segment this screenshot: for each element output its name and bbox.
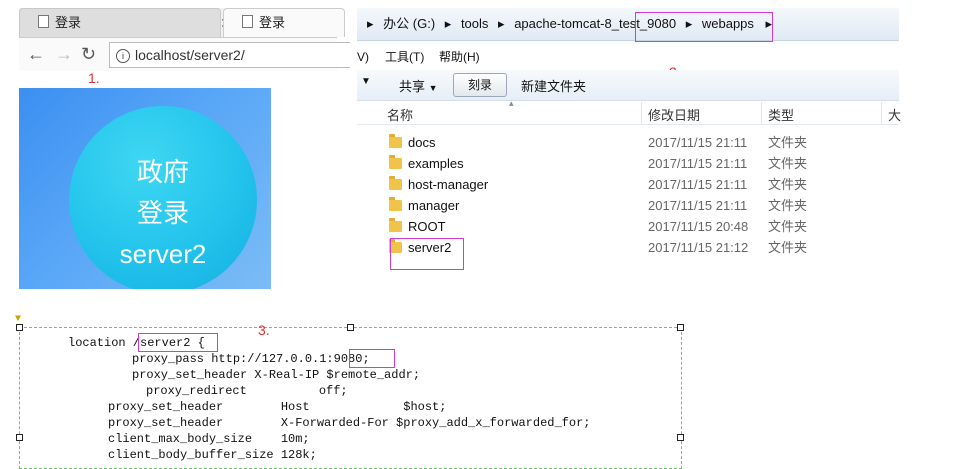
login-banner: 政府 登录 server2: [19, 88, 271, 289]
column-divider[interactable]: [641, 102, 642, 124]
share-label: 共享: [399, 79, 426, 94]
file-type: 文件夹: [768, 177, 808, 192]
menu-item-tools[interactable]: 工具(T): [385, 46, 424, 68]
column-date[interactable]: 修改日期: [648, 105, 700, 124]
browser-toolbar: ← → ↻ i localhost/server2/: [19, 37, 350, 71]
file-row[interactable]: examples 2017/11/15 21:11 文件夹: [357, 153, 899, 174]
share-button[interactable]: 共享 ▼: [399, 76, 438, 95]
file-date: 2017/11/15 21:11: [648, 198, 748, 213]
folder-icon: [389, 155, 402, 169]
back-arrow-icon[interactable]: ←: [27, 44, 45, 65]
column-name[interactable]: 名称: [387, 105, 413, 124]
new-folder-button[interactable]: 新建文件夹: [521, 76, 586, 95]
column-size[interactable]: 大: [888, 105, 901, 124]
breadcrumb-item-drive[interactable]: 办公 (G:): [383, 16, 435, 31]
file-name: host-manager: [408, 177, 489, 192]
annotation-label-3: 3.: [258, 322, 270, 338]
tab-label: 登录: [55, 15, 82, 30]
menu-bar: V) 工具(T) 帮助(H): [357, 46, 899, 68]
file-type: 文件夹: [768, 135, 808, 150]
browser-window: 登录 ✕ 登录 ← → ↻ i localhost/server2/: [19, 8, 350, 71]
resize-handle[interactable]: [677, 324, 684, 331]
dropdown-arrow-icon: ▼: [428, 83, 438, 93]
info-icon[interactable]: i: [116, 49, 130, 63]
config-line: client_max_body_size 10m;: [108, 432, 310, 446]
breadcrumb[interactable]: ▸ 办公 (G:) ▸ tools ▸ apache-tomcat-8_test…: [357, 8, 899, 41]
resize-handle[interactable]: [347, 324, 354, 331]
file-row[interactable]: ROOT 2017/11/15 20:48 文件夹: [357, 216, 899, 237]
burn-button[interactable]: 刻录: [453, 73, 507, 97]
folder-icon: [389, 197, 402, 211]
file-date: 2017/11/15 21:11: [648, 156, 748, 171]
browser-tab-1[interactable]: 登录 ✕: [19, 8, 232, 37]
sort-arrow-icon: ▴: [509, 98, 514, 108]
menu-item-help[interactable]: 帮助(H): [439, 46, 480, 68]
login-line-3: server2: [119, 239, 207, 269]
resize-handle[interactable]: [16, 324, 23, 331]
config-line: proxy_set_header X-Forwarded-For $proxy_…: [108, 416, 591, 430]
column-type[interactable]: 类型: [768, 105, 794, 124]
file-row[interactable]: host-manager 2017/11/15 21:11 文件夹: [357, 174, 899, 195]
file-type: 文件夹: [768, 156, 808, 171]
breadcrumb-arrow-icon[interactable]: ▸: [445, 16, 452, 31]
proxy-port-highlight-box: [349, 349, 395, 368]
file-date: 2017/11/15 21:12: [648, 240, 749, 255]
column-divider[interactable]: [881, 102, 882, 124]
annotation-label-1: 1.: [88, 70, 100, 86]
location-highlight-box: [138, 333, 218, 352]
file-name: ROOT: [408, 219, 446, 234]
breadcrumb-arrow-icon[interactable]: ▸: [498, 16, 505, 31]
nginx-config-block: ▼ 3. location /server2 { proxy_pass http…: [15, 314, 684, 469]
breadcrumb-arrow-icon[interactable]: ▸: [367, 16, 374, 31]
file-explorer: ▸ 办公 (G:) ▸ tools ▸ apache-tomcat-8_test…: [357, 8, 901, 300]
command-bar: ▼ 共享 ▼ 刻录 新建文件夹: [357, 70, 899, 101]
file-row[interactable]: manager 2017/11/15 21:11 文件夹: [357, 195, 899, 216]
folder-icon: [389, 218, 402, 232]
tab-label: 登录: [259, 15, 286, 30]
file-type: 文件夹: [768, 219, 808, 234]
folder-icon: [389, 176, 402, 190]
anchor-icon: ▼: [15, 314, 22, 325]
login-line-1: 政府: [136, 157, 189, 187]
column-header: 名称 ▴ 修改日期 类型 大: [357, 98, 901, 125]
reload-icon[interactable]: ↻: [81, 44, 96, 65]
folder-icon: [389, 134, 402, 148]
config-line: proxy_set_header Host $host;: [108, 400, 447, 414]
breadcrumb-item-tools[interactable]: tools: [461, 16, 488, 31]
file-date: 2017/11/15 21:11: [648, 135, 748, 150]
forward-arrow-icon[interactable]: →: [55, 44, 73, 65]
column-divider[interactable]: [761, 102, 762, 124]
file-row[interactable]: docs 2017/11/15 21:11 文件夹: [357, 132, 899, 153]
file-type: 文件夹: [768, 240, 808, 255]
resize-handle[interactable]: [16, 434, 23, 441]
page-icon: [242, 15, 253, 28]
dropdown-arrow-icon[interactable]: ▼: [361, 76, 371, 87]
file-date: 2017/11/15 21:11: [648, 177, 748, 192]
port-highlight-box: [635, 12, 773, 42]
config-line: proxy_set_header X-Real-IP $remote_addr;: [132, 368, 421, 382]
login-circle[interactable]: 政府 登录 server2: [69, 106, 257, 289]
file-name: examples: [408, 156, 464, 171]
file-name: manager: [408, 198, 460, 213]
file-date: 2017/11/15 20:48: [648, 219, 749, 234]
server2-highlight-box: [390, 238, 464, 270]
login-line-2: 登录: [136, 198, 189, 228]
browser-tab-2[interactable]: 登录: [223, 8, 345, 37]
file-name: docs: [408, 135, 436, 150]
address-bar[interactable]: i localhost/server2/: [109, 42, 350, 68]
address-url: localhost/server2/: [135, 47, 245, 63]
menu-item-view[interactable]: V): [357, 46, 369, 68]
page-icon: [38, 15, 49, 28]
config-line: proxy_redirect off;: [146, 384, 348, 398]
file-type: 文件夹: [768, 198, 808, 213]
resize-handle[interactable]: [677, 434, 684, 441]
config-line: client_body_buffer_size 128k;: [108, 448, 317, 462]
config-line: proxy_pass http://127.0.0.1:9080;: [132, 352, 370, 366]
